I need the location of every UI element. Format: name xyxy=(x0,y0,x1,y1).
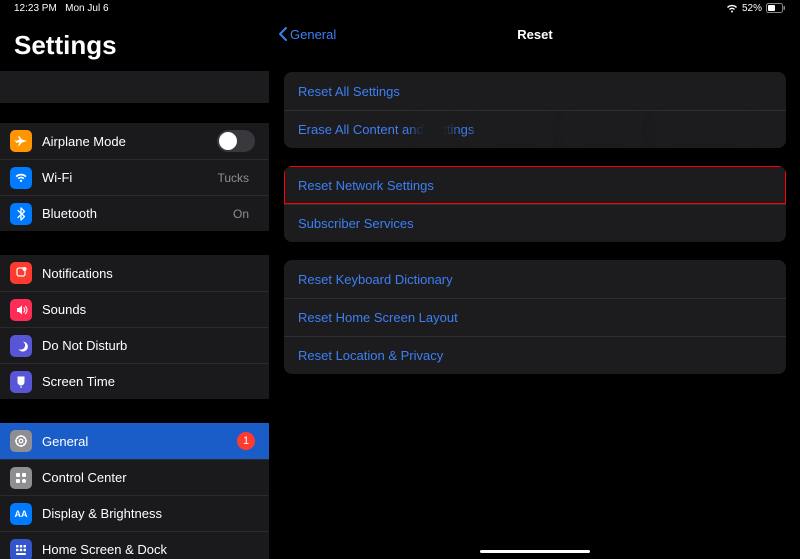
screentime-icon xyxy=(10,371,32,393)
nav-header: General Reset xyxy=(270,14,800,54)
wifi-row[interactable]: Wi-Fi Tucks xyxy=(0,159,269,195)
status-right: 52% xyxy=(726,3,786,14)
redaction xyxy=(654,118,754,142)
dnd-label: Do Not Disturb xyxy=(42,338,255,353)
location-label: Reset Location & Privacy xyxy=(298,348,443,363)
page-title: Reset xyxy=(517,27,552,42)
reset-home-screen-layout[interactable]: Reset Home Screen Layout xyxy=(284,298,786,336)
display-icon: AA xyxy=(10,503,32,525)
sounds-row[interactable]: Sounds xyxy=(0,291,269,327)
wifi-label: Wi-Fi xyxy=(42,170,217,185)
reset-keyboard-dictionary[interactable]: Reset Keyboard Dictionary xyxy=(284,260,786,298)
controlcenter-label: Control Center xyxy=(42,470,255,485)
chevron-left-icon xyxy=(278,26,288,42)
erase-all-content[interactable]: Erase All Content and Settings xyxy=(284,110,786,148)
controlcenter-row[interactable]: Control Center xyxy=(0,459,269,495)
subscriber-label: Subscriber Services xyxy=(298,216,414,231)
sounds-label: Sounds xyxy=(42,302,255,317)
status-time: 12:23 PM xyxy=(14,3,57,14)
reset-all-label: Reset All Settings xyxy=(298,84,400,99)
reset-network-settings[interactable]: Reset Network Settings xyxy=(284,166,786,204)
sidebar: Settings Airplane Mode Wi-Fi Tucks xyxy=(0,14,270,559)
homescreen-icon xyxy=(10,539,32,559)
redaction xyxy=(474,118,554,142)
section-other: Reset Keyboard Dictionary Reset Home Scr… xyxy=(284,260,786,374)
airplane-label: Airplane Mode xyxy=(42,134,217,149)
back-label: General xyxy=(290,27,336,42)
status-date: Mon Jul 6 xyxy=(65,3,108,14)
dnd-icon xyxy=(10,335,32,357)
section-erase: Reset All Settings Erase All Content and… xyxy=(284,72,786,148)
notifications-label: Notifications xyxy=(42,266,255,281)
general-label: General xyxy=(42,434,237,449)
reset-location-privacy[interactable]: Reset Location & Privacy xyxy=(284,336,786,374)
display-label: Display & Brightness xyxy=(42,506,255,521)
general-badge: 1 xyxy=(237,432,255,450)
wifi-icon xyxy=(726,4,738,13)
subscriber-services[interactable]: Subscriber Services xyxy=(284,204,786,242)
bluetooth-label: Bluetooth xyxy=(42,206,233,221)
search-input[interactable] xyxy=(0,71,269,103)
homescreen-label: Home Screen & Dock xyxy=(42,542,255,557)
sounds-icon xyxy=(10,299,32,321)
group-alerts: Notifications Sounds Do Not Disturb Scre… xyxy=(0,255,269,399)
display-row[interactable]: AA Display & Brightness xyxy=(0,495,269,531)
keyboard-label: Reset Keyboard Dictionary xyxy=(298,272,453,287)
controlcenter-icon xyxy=(10,467,32,489)
reset-network-label: Reset Network Settings xyxy=(298,178,434,193)
notifications-icon xyxy=(10,262,32,284)
section-network: Reset Network Settings Subscriber Servic… xyxy=(284,166,786,242)
bluetooth-icon xyxy=(10,203,32,225)
group-general: General 1 Control Center AA Display & Br… xyxy=(0,423,269,559)
home-layout-label: Reset Home Screen Layout xyxy=(298,310,458,325)
screentime-label: Screen Time xyxy=(42,374,255,389)
airplane-toggle[interactable] xyxy=(217,130,255,152)
general-icon xyxy=(10,430,32,452)
redaction xyxy=(414,118,454,142)
wifi-value: Tucks xyxy=(217,171,249,185)
status-left: 12:23 PM Mon Jul 6 xyxy=(14,3,109,14)
battery-pct: 52% xyxy=(742,3,762,14)
screentime-row[interactable]: Screen Time xyxy=(0,363,269,399)
airplane-mode-row[interactable]: Airplane Mode xyxy=(0,123,269,159)
bluetooth-row[interactable]: Bluetooth On xyxy=(0,195,269,231)
bluetooth-value: On xyxy=(233,207,249,221)
battery-icon xyxy=(766,3,786,13)
settings-title: Settings xyxy=(0,14,269,71)
redaction xyxy=(564,118,644,142)
reset-all-settings[interactable]: Reset All Settings xyxy=(284,72,786,110)
detail-pane: General Reset Reset All Settings Erase A… xyxy=(270,14,800,559)
general-row[interactable]: General 1 xyxy=(0,423,269,459)
wifi-row-icon xyxy=(10,167,32,189)
group-connectivity: Airplane Mode Wi-Fi Tucks Bluetooth On xyxy=(0,123,269,231)
airplane-icon xyxy=(10,130,32,152)
svg-text:AA: AA xyxy=(15,509,28,519)
homescreen-row[interactable]: Home Screen & Dock xyxy=(0,531,269,559)
home-indicator[interactable] xyxy=(480,550,590,553)
dnd-row[interactable]: Do Not Disturb xyxy=(0,327,269,363)
main-container: Settings Airplane Mode Wi-Fi Tucks xyxy=(0,0,800,559)
back-button[interactable]: General xyxy=(270,26,336,42)
notifications-row[interactable]: Notifications xyxy=(0,255,269,291)
